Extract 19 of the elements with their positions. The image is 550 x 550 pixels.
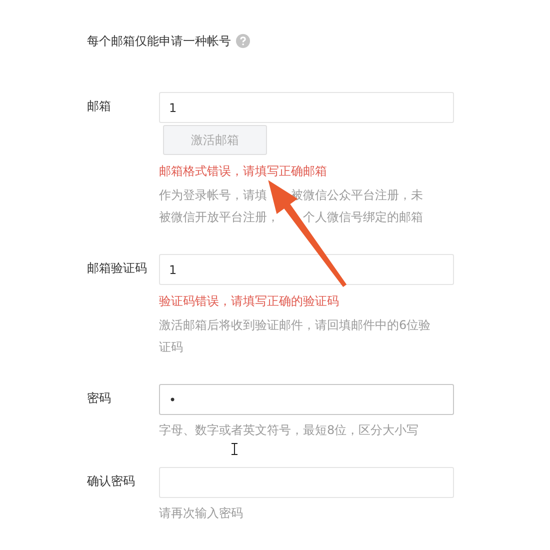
input-field[interactable]: 1 <box>159 254 454 285</box>
hint-text: 激活邮箱后将收到验证邮件，请回填邮件中的6位验证码 <box>159 317 432 356</box>
hint-text: 作为登录帐号，请填 <box>159 187 267 204</box>
field-label: 邮箱 <box>87 98 112 115</box>
error-message: 邮箱格式错误，请填写正确邮箱 <box>159 163 327 180</box>
hint-text: 字母、数字或者英文符号，最短8位，区分大小写 <box>159 422 420 439</box>
notice-text: 每个邮箱仅能申请一种帐号 <box>87 32 231 50</box>
input-field[interactable] <box>159 467 454 498</box>
hint-text: 请再次输入密码 <box>159 505 244 522</box>
text-cursor-icon <box>231 443 238 455</box>
help-icon[interactable] <box>236 34 250 48</box>
field-label: 密码 <box>87 390 112 407</box>
hint-text: 被微信开放平台注册， <box>159 209 279 226</box>
field-label: 邮箱验证码 <box>87 260 148 277</box>
field-label: 确认密码 <box>87 473 136 490</box>
input-field[interactable]: 1 <box>159 92 454 123</box>
hint-text: 个人微信号绑定的邮箱 <box>303 209 423 226</box>
input-field[interactable]: • <box>159 384 454 415</box>
error-message: 验证码错误，请填写正确的验证码 <box>159 293 339 310</box>
